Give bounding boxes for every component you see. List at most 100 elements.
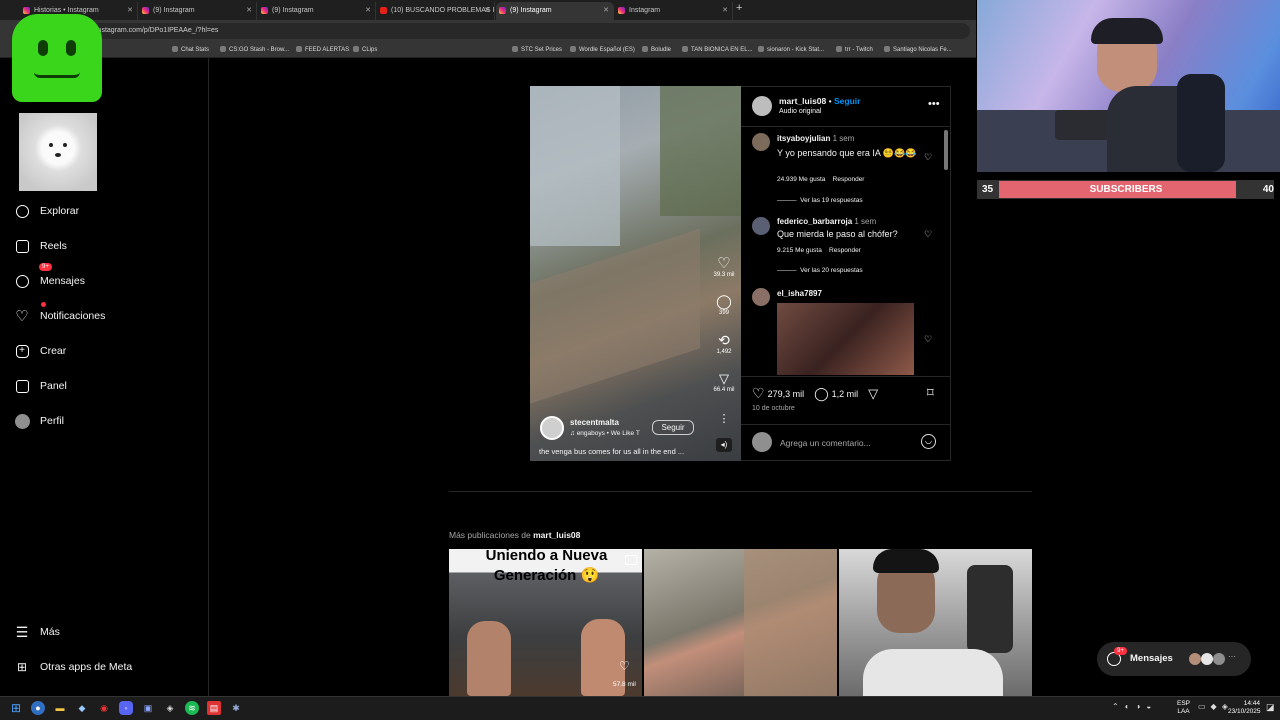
comment-likes[interactable]: 9.215 Me gusta (777, 247, 822, 254)
comment-like-icon[interactable]: ♡ (924, 334, 932, 345)
browser-tab[interactable]: (9) Instagram ✕ (139, 2, 257, 20)
close-icon[interactable]: ✕ (127, 2, 133, 20)
comment-reply-button[interactable]: Responder (829, 247, 861, 254)
spotify-icon[interactable]: ≋ (185, 701, 199, 715)
post-audio[interactable]: Audio original (779, 108, 821, 115)
bookmark-item[interactable]: TAN BIONICA EN EL... (682, 42, 753, 58)
video-like-button[interactable]: ♡ 39.3 mil (708, 254, 740, 278)
view-replies-button[interactable]: ——— Ver las 19 respuestas (777, 197, 863, 204)
comment-like-icon[interactable]: ♡ (924, 152, 932, 163)
view-replies-button[interactable]: ——— Ver las 20 respuestas (777, 267, 863, 274)
bookmark-item[interactable]: Boludle (642, 42, 671, 58)
commenter-avatar[interactable] (752, 133, 770, 151)
bookmark-item[interactable]: CLips (353, 42, 377, 58)
comment-username[interactable]: federico_barbarroja (777, 217, 852, 226)
bookmark-icon[interactable]: ⌑ (927, 385, 934, 401)
emoji-icon[interactable]: ◡ (921, 434, 936, 449)
bookmark-item[interactable]: CS:GO Stash - Brow... (220, 42, 289, 58)
comment-username[interactable]: el_isha7897 (777, 289, 822, 298)
app-icon[interactable]: ✱ (229, 701, 243, 715)
more-options-icon[interactable]: ⋮ (708, 412, 740, 425)
bookmark-item[interactable]: Chat Stats (172, 42, 209, 58)
post-thumbnail[interactable]: Uniendo a Nueva Generación 😲 ♡ 57.8 mil (449, 549, 642, 696)
sidebar-item-perfil[interactable]: Perfil (14, 410, 64, 432)
author-avatar[interactable] (540, 416, 564, 440)
windows-start-icon[interactable]: ⊞ (9, 701, 23, 715)
lang-layout: LAA (1177, 708, 1190, 715)
discord-icon[interactable]: ◦ (119, 701, 133, 715)
browser-tab[interactable]: Instagram ✕ (615, 2, 733, 20)
comment-header: el_isha7897 (777, 289, 822, 298)
messages-floating-button[interactable]: 9+ Mensajes ··· (1097, 642, 1251, 676)
post-thumbnail[interactable] (644, 549, 837, 696)
sidebar-item-mensajes[interactable]: 9+ Mensajes (14, 263, 85, 292)
add-comment-input[interactable]: Agrega un comentario... (780, 438, 871, 448)
comment-time: 1 sem (854, 217, 877, 226)
commenter-avatar[interactable] (752, 217, 770, 235)
video-repost-button[interactable]: ⟲ 1,492 (708, 332, 740, 355)
post-thumbnail[interactable] (839, 549, 1032, 696)
bookmark-item[interactable]: FEED ALERTAS (296, 42, 349, 58)
browser-tab[interactable]: (10) BUSCANDO PROBLEMAS I ✕ (377, 2, 495, 20)
video-comment-count: 399 (718, 310, 729, 316)
comments-scrollbar[interactable] (944, 130, 948, 170)
close-icon[interactable]: ✕ (722, 2, 728, 20)
comment-gif[interactable] (777, 303, 914, 375)
app-icon[interactable]: ◉ (97, 701, 111, 715)
clock[interactable]: 14:44 23/10/2025 (1228, 700, 1261, 716)
app-icon[interactable]: ◈ (163, 701, 177, 715)
folder-icon[interactable]: ▬ (53, 701, 67, 715)
comment-reply-button[interactable]: Responder (833, 176, 865, 183)
video-author[interactable]: stecentmalta (570, 418, 619, 427)
sidebar-more[interactable]: ☰ Más (14, 621, 60, 643)
bookmark-item[interactable]: Santiago Nicolas Fe... (884, 42, 952, 58)
comment-username[interactable]: itsyaboyjulian (777, 134, 830, 143)
video-audio[interactable]: ♫ engaboys • We Like T (570, 430, 640, 437)
steam-icon[interactable]: ◆ (75, 701, 89, 715)
video-comment-button[interactable]: ◯ 399 (708, 293, 740, 316)
app-icon[interactable]: ▤ (207, 701, 221, 715)
reel-video[interactable]: ♡ 39.3 mil ◯ 399 ⟲ 1,492 ▽ 66.4 mil ⋮ stecen… (530, 86, 741, 461)
sidebar-item-reels[interactable]: Reels (14, 235, 67, 257)
close-icon[interactable]: ✕ (246, 2, 252, 20)
close-icon[interactable]: ✕ (484, 2, 490, 20)
commenter-avatar[interactable] (752, 288, 770, 306)
sidebar-meta-apps[interactable]: ⊞ Otras apps de Meta (14, 656, 132, 678)
system-tray-icons[interactable]: ⌃◐◑◒ (1112, 702, 1157, 711)
sidebar-item-crear[interactable]: + Crear (14, 340, 66, 362)
video-share-button[interactable]: ▽ 66.4 mil (708, 371, 740, 393)
post-username[interactable]: mart_luis08 (779, 96, 826, 106)
mute-icon[interactable]: ◂) (716, 438, 732, 452)
url-field[interactable]: instagram.com/p/DPo1IPEAAe_/?hl=es (90, 23, 970, 39)
sidebar-item-panel[interactable]: Panel (14, 375, 67, 397)
close-icon[interactable]: ✕ (365, 2, 371, 20)
browser-tab-active[interactable]: (9) Instagram ✕ (496, 2, 614, 20)
bookmark-item[interactable]: STC Set Prices (512, 42, 562, 58)
chrome-icon[interactable]: ● (31, 701, 45, 715)
bookmark-item[interactable]: trr - Twitch (836, 42, 873, 58)
post-like-count[interactable]: 279,3 mil (768, 389, 805, 399)
browser-tab[interactable]: (9) Instagram ✕ (258, 2, 376, 20)
post-author-avatar[interactable] (752, 96, 772, 116)
sidebar-item-notificaciones[interactable]: ♡ Notificaciones (14, 302, 105, 327)
bookmark-item[interactable]: Wordle Español (ES) (570, 42, 635, 58)
app-icon[interactable]: ▣ (141, 701, 155, 715)
new-tab-button[interactable]: + (736, 2, 742, 14)
comment-icon[interactable]: ◯ (814, 386, 829, 402)
tab-title: (9) Instagram (153, 7, 195, 14)
comment-like-icon[interactable]: ♡ (924, 229, 932, 240)
post-follow-button[interactable]: Seguir (834, 96, 860, 106)
more-posts-user[interactable]: mart_luis08 (533, 530, 580, 540)
view-replies-label: Ver las 19 respuestas (800, 197, 863, 204)
send-icon[interactable]: ▽ (868, 386, 878, 402)
bookmark-item[interactable]: sionaron - Kick Stat... (758, 42, 824, 58)
notifications-icon[interactable]: ◪ (1266, 702, 1275, 713)
like-icon[interactable]: ♡ (752, 385, 765, 402)
video-follow-button[interactable]: Seguir (652, 420, 694, 435)
comment-likes[interactable]: 24.939 Me gusta (777, 176, 825, 183)
section-divider (449, 491, 1032, 492)
language-indicator[interactable]: ESP LAA (1177, 700, 1190, 716)
more-options-icon[interactable]: ••• (928, 98, 940, 110)
sidebar-item-explorar[interactable]: Explorar (14, 200, 79, 222)
close-icon[interactable]: ✕ (603, 2, 609, 20)
